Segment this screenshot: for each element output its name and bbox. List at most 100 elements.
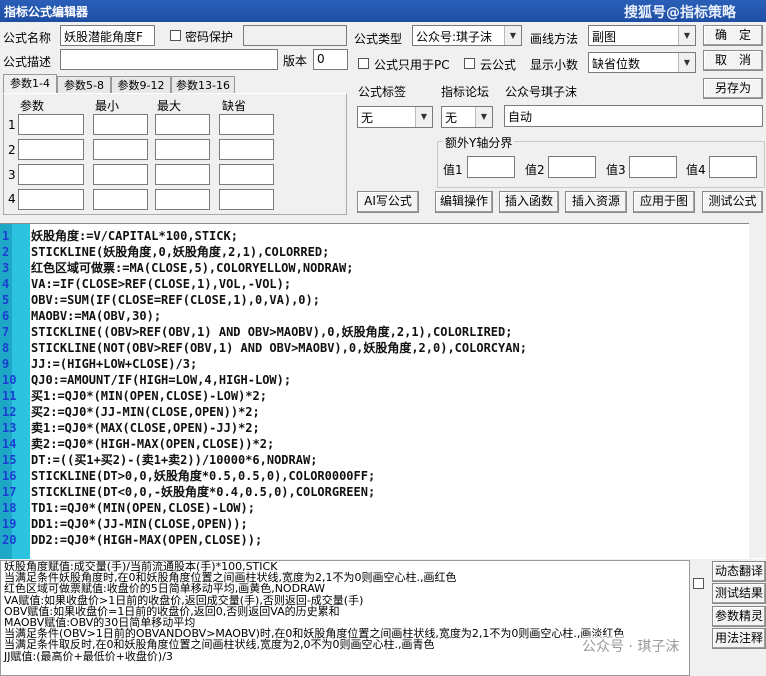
- code-text: 买1:=QJ0*(MIN(OPEN,CLOSE)-LOW)*2;: [31, 389, 267, 403]
- param-max-cell[interactable]: [155, 114, 210, 135]
- param-default-cell[interactable]: [219, 114, 274, 135]
- name-input[interactable]: 妖股潜能角度F: [60, 25, 155, 46]
- apply-to-chart-button[interactable]: 应用于图: [633, 191, 695, 213]
- desc-label: 公式描述: [3, 55, 52, 69]
- yval3-label: 值3: [606, 163, 626, 177]
- code-line: 14 卖2:=QJ0*(HIGH-MAX(OPEN,CLOSE))*2;: [0, 436, 766, 452]
- param-name-cell[interactable]: [18, 164, 84, 185]
- code-text: MAOBV:=MA(OBV,30);: [31, 309, 162, 323]
- chevron-down-icon: ▼: [678, 53, 695, 72]
- code-text: 卖1:=QJ0*(MAX(CLOSE,OPEN)-JJ)*2;: [31, 421, 260, 435]
- line-number: 1: [2, 229, 10, 243]
- pc-only-checkbox[interactable]: [358, 58, 369, 69]
- line-number: 8: [2, 341, 10, 355]
- param-min-cell[interactable]: [93, 164, 148, 185]
- yval2-input[interactable]: [548, 156, 596, 178]
- line-number: 19: [2, 517, 17, 531]
- code-line: 18 TD1:=QJ0*(MIN(OPEN,CLOSE)-LOW);: [0, 500, 766, 516]
- test-formula-button[interactable]: 测试公式: [702, 191, 763, 213]
- description-panel: 妖股角度赋值:成交量(手)/当前流通股本(手)*100,STICK 当满足条件妖股…: [0, 560, 690, 676]
- yval4-input[interactable]: [709, 156, 757, 178]
- insert-function-button[interactable]: 插入函数: [499, 191, 559, 213]
- tag-select[interactable]: 无 ▼: [357, 106, 433, 128]
- code-text: STICKLINE(NOT(OBV>REF(OBV,1) AND OBV>MAO…: [31, 341, 527, 355]
- usage-notes-button[interactable]: 用法注释: [712, 628, 766, 649]
- code-text: QJ0:=AMOUNT/IF(HIGH=LOW,4,HIGH-LOW);: [31, 373, 292, 387]
- tab-params-13-16[interactable]: 参数13-16: [171, 76, 235, 93]
- forum-value: 无: [445, 111, 458, 125]
- code-line: 5 OBV:=SUM(IF(CLOSE=REF(CLOSE,1),0,VA),0)…: [0, 292, 766, 308]
- param-row-num: 3: [8, 168, 16, 182]
- password-checkbox[interactable]: [170, 30, 181, 41]
- yval3-input[interactable]: [629, 156, 677, 178]
- code-text: VA:=IF(CLOSE>REF(CLOSE,1),VOL,-VOL);: [31, 277, 292, 291]
- param-min-cell[interactable]: [93, 189, 148, 210]
- decimals-select[interactable]: 缺省位数 ▼: [588, 52, 696, 73]
- dynamic-translate-button[interactable]: 动态翻译: [712, 561, 766, 582]
- tab-params-1-4[interactable]: 参数1-4: [3, 74, 57, 94]
- code-text: STICKLINE(DT<0,0,-妖股角度*0.4,0.5,0),COLORG…: [31, 485, 376, 499]
- code-line: 15 DT:=((买1+买2)-(卖1+卖2))/10000*6,NODRAW;: [0, 452, 766, 468]
- test-result-button[interactable]: 测试结果: [712, 583, 766, 604]
- chevron-down-icon: ▼: [678, 26, 695, 45]
- param-name-cell[interactable]: [18, 114, 84, 135]
- description-toggle-checkbox[interactable]: [693, 578, 704, 589]
- param-default-cell[interactable]: [219, 189, 274, 210]
- code-line: 11 买1:=QJ0*(MIN(OPEN,CLOSE)-LOW)*2;: [0, 388, 766, 404]
- tag-value: 无: [361, 111, 374, 125]
- param-max-cell[interactable]: [155, 189, 210, 210]
- code-line: 7 STICKLINE((OBV>REF(OBV,1) AND OBV>MAOBV…: [0, 324, 766, 340]
- line-number: 13: [2, 421, 17, 435]
- yval1-input[interactable]: [467, 156, 515, 178]
- yval2-label: 值2: [525, 163, 545, 177]
- account-input[interactable]: 自动: [504, 105, 763, 127]
- code-line: 9 JJ:=(HIGH+LOW+CLOSE)/3;: [0, 356, 766, 372]
- password-label: 密码保护: [185, 30, 234, 44]
- cancel-button[interactable]: 取 消: [703, 50, 763, 71]
- tab-params-9-12[interactable]: 参数9-12: [111, 76, 171, 93]
- param-row-num: 4: [8, 192, 16, 206]
- code-line: 13 卖1:=QJ0*(MAX(CLOSE,OPEN)-JJ)*2;: [0, 420, 766, 436]
- param-name-cell[interactable]: [18, 189, 84, 210]
- type-select[interactable]: 公众号:琪子沫 ▼: [412, 25, 522, 46]
- forum-select[interactable]: 无 ▼: [441, 106, 493, 128]
- draw-value: 副图: [592, 30, 617, 44]
- forum-label: 指标论坛: [441, 85, 490, 99]
- decimals-value: 缺省位数: [592, 57, 641, 71]
- line-number: 7: [2, 325, 10, 339]
- editor-scrollbar[interactable]: [749, 223, 766, 558]
- line-number: 15: [2, 453, 17, 467]
- insert-resource-button[interactable]: 插入资源: [565, 191, 627, 213]
- edit-operation-button[interactable]: 编辑操作: [435, 191, 493, 213]
- param-min-cell[interactable]: [93, 114, 148, 135]
- desc-input[interactable]: [60, 49, 278, 70]
- param-default-cell[interactable]: [219, 139, 274, 160]
- cloud-checkbox[interactable]: [464, 58, 475, 69]
- draw-select[interactable]: 副图 ▼: [588, 25, 696, 46]
- param-wizard-button[interactable]: 参数精灵: [712, 606, 766, 627]
- code-line: 10 QJ0:=AMOUNT/IF(HIGH=LOW,4,HIGH-LOW);: [0, 372, 766, 388]
- param-max-cell[interactable]: [155, 164, 210, 185]
- ok-button[interactable]: 确 定: [703, 25, 763, 46]
- save-as-button[interactable]: 另存为: [703, 78, 763, 99]
- param-header-default: 缺省: [222, 99, 247, 113]
- param-default-cell[interactable]: [219, 164, 274, 185]
- ai-formula-button[interactable]: AI写公式: [357, 191, 419, 213]
- chevron-down-icon: ▼: [504, 26, 521, 45]
- password-input[interactable]: [243, 25, 347, 46]
- param-min-cell[interactable]: [93, 139, 148, 160]
- code-text: 红色区域可做票:=MA(CLOSE,5),COLORYELLOW,NODRAW;: [31, 261, 354, 275]
- code-editor[interactable]: 1 妖股角度:=V/CAPITAL*100,STICK; 2 STICKLINE(妖股…: [0, 223, 766, 559]
- code-line: 8 STICKLINE(NOT(OBV>REF(OBV,1) AND OBV>MA…: [0, 340, 766, 356]
- tab-params-5-8[interactable]: 参数5-8: [57, 76, 111, 93]
- param-max-cell[interactable]: [155, 139, 210, 160]
- description-line: 红色区域可做票赋值:收盘价的5日简单移动平均,画黄色,NODRAW: [4, 582, 326, 596]
- tag-label: 公式标签: [358, 85, 407, 99]
- line-number: 14: [2, 437, 17, 451]
- line-number: 16: [2, 469, 17, 483]
- param-name-cell[interactable]: [18, 139, 84, 160]
- version-input[interactable]: 0: [313, 49, 348, 70]
- watermark: 搜狐号@指标策略: [624, 5, 736, 21]
- code-line: 2 STICKLINE(妖股角度,0,妖股角度,2,1),COLORRED;: [0, 244, 766, 260]
- code-line: 19 DD1:=QJ0*(JJ-MIN(CLOSE,OPEN));: [0, 516, 766, 532]
